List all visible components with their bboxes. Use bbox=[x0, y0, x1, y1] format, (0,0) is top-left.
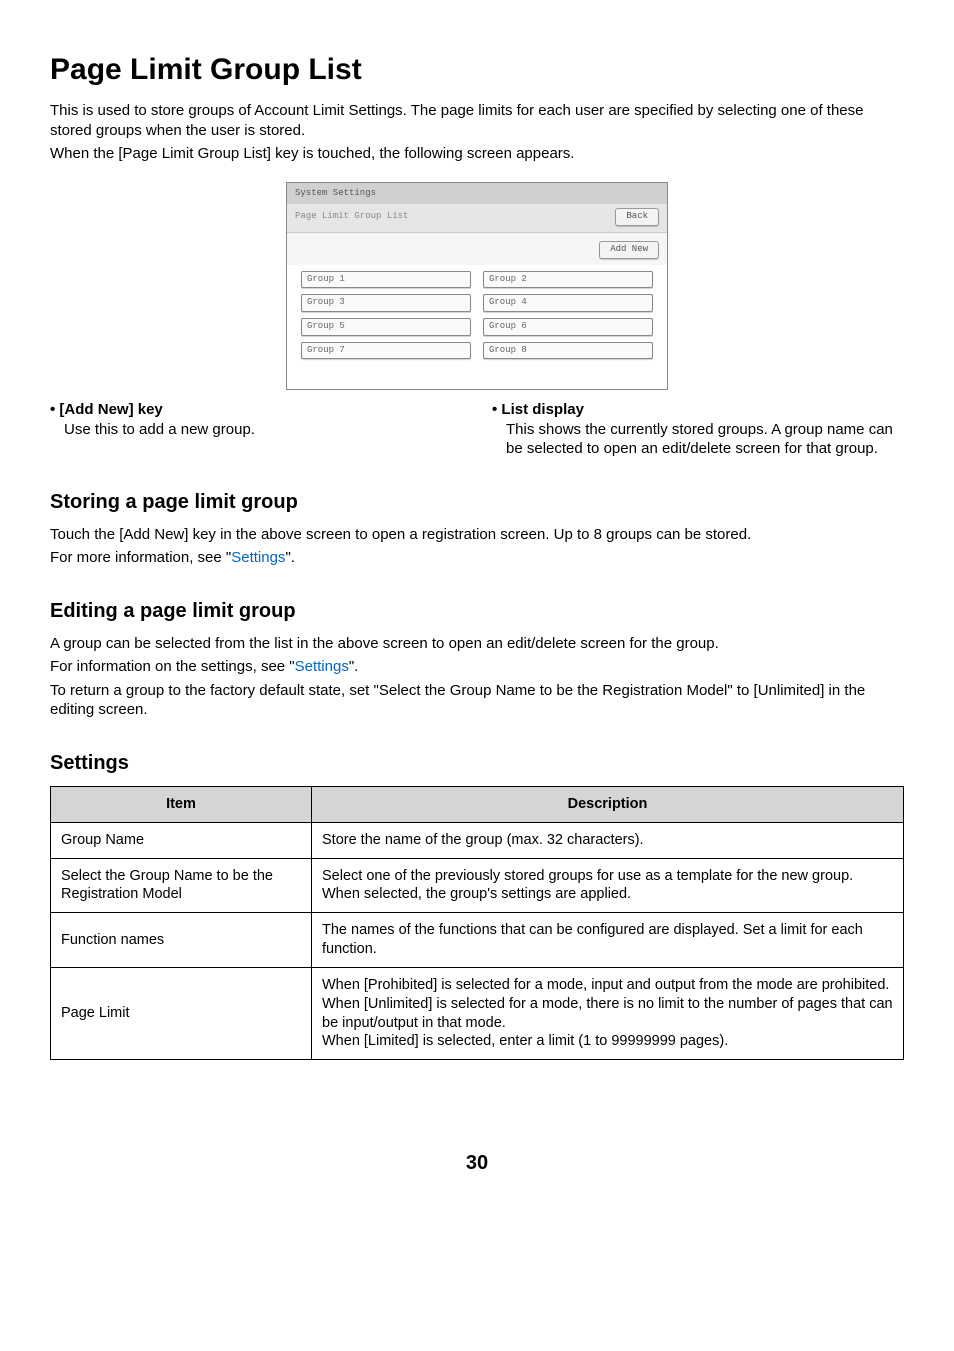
group-button[interactable]: Group 2 bbox=[483, 271, 653, 289]
storing-line2c: ". bbox=[285, 549, 295, 566]
add-new-button[interactable]: Add New bbox=[599, 241, 659, 259]
bullet-left-title: [Add New] key bbox=[50, 400, 462, 420]
group-button[interactable]: Group 4 bbox=[483, 294, 653, 312]
settings-heading: Settings bbox=[50, 750, 904, 776]
group-button[interactable]: Group 3 bbox=[301, 294, 471, 312]
group-button[interactable]: Group 7 bbox=[301, 342, 471, 360]
editing-heading: Editing a page limit group bbox=[50, 598, 904, 624]
table-cell-item: Group Name bbox=[51, 822, 312, 858]
page-title: Page Limit Group List bbox=[50, 50, 904, 89]
bullet-left-body: Use this to add a new group. bbox=[64, 420, 462, 440]
screenshot-header-label: Page Limit Group List bbox=[295, 211, 408, 223]
screenshot-titlebar: System Settings bbox=[287, 183, 667, 205]
table-cell-desc: Select one of the previously stored grou… bbox=[312, 858, 904, 913]
storing-line2a: For more information, see " bbox=[50, 549, 231, 566]
table-cell-desc: When [Prohibited] is selected for a mode… bbox=[312, 967, 904, 1059]
storing-line1: Touch the [Add New] key in the above scr… bbox=[50, 525, 904, 545]
group-button[interactable]: Group 1 bbox=[301, 271, 471, 289]
table-header-description: Description bbox=[312, 786, 904, 822]
back-button[interactable]: Back bbox=[615, 208, 659, 226]
bullet-right-title: List display bbox=[492, 400, 904, 420]
editing-line2c: ". bbox=[349, 658, 359, 675]
settings-link[interactable]: Settings bbox=[295, 658, 349, 675]
editing-line2a: For information on the settings, see " bbox=[50, 658, 295, 675]
group-button[interactable]: Group 5 bbox=[301, 318, 471, 336]
editing-line2: For information on the settings, see "Se… bbox=[50, 657, 904, 677]
page-number: 30 bbox=[50, 1150, 904, 1176]
settings-section: Settings Item Description Group Name Sto… bbox=[50, 750, 904, 1060]
intro-paragraph-2: When the [Page Limit Group List] key is … bbox=[50, 144, 904, 164]
bullet-columns: [Add New] key Use this to add a new grou… bbox=[50, 400, 904, 459]
storing-section: Storing a page limit group Touch the [Ad… bbox=[50, 489, 904, 568]
table-row: Page Limit When [Prohibited] is selected… bbox=[51, 967, 904, 1059]
screenshot-header: Page Limit Group List Back bbox=[287, 204, 667, 233]
editing-line3: To return a group to the factory default… bbox=[50, 681, 904, 720]
settings-link[interactable]: Settings bbox=[231, 549, 285, 566]
storing-line2: For more information, see "Settings". bbox=[50, 548, 904, 568]
settings-screenshot: System Settings Page Limit Group List Ba… bbox=[286, 182, 668, 391]
table-header-item: Item bbox=[51, 786, 312, 822]
table-cell-desc: The names of the functions that can be c… bbox=[312, 913, 904, 968]
table-row: Select the Group Name to be the Registra… bbox=[51, 858, 904, 913]
bullet-right: List display This shows the currently st… bbox=[492, 400, 904, 459]
group-button[interactable]: Group 6 bbox=[483, 318, 653, 336]
intro-paragraph-1: This is used to store groups of Account … bbox=[50, 101, 904, 140]
editing-section: Editing a page limit group A group can b… bbox=[50, 598, 904, 720]
screenshot-add-row: Add New bbox=[287, 233, 667, 265]
table-row: Function names The names of the function… bbox=[51, 913, 904, 968]
editing-line1: A group can be selected from the list in… bbox=[50, 634, 904, 654]
screenshot-container: System Settings Page Limit Group List Ba… bbox=[50, 182, 904, 391]
group-button[interactable]: Group 8 bbox=[483, 342, 653, 360]
table-cell-item: Page Limit bbox=[51, 967, 312, 1059]
bullet-left: [Add New] key Use this to add a new grou… bbox=[50, 400, 462, 459]
screenshot-group-grid: Group 1 Group 2 Group 3 Group 4 Group 5 … bbox=[287, 265, 667, 390]
settings-table: Item Description Group Name Store the na… bbox=[50, 786, 904, 1060]
table-cell-item: Select the Group Name to be the Registra… bbox=[51, 858, 312, 913]
bullet-right-body: This shows the currently stored groups. … bbox=[506, 420, 904, 459]
storing-heading: Storing a page limit group bbox=[50, 489, 904, 515]
table-cell-desc: Store the name of the group (max. 32 cha… bbox=[312, 822, 904, 858]
table-row: Group Name Store the name of the group (… bbox=[51, 822, 904, 858]
table-cell-item: Function names bbox=[51, 913, 312, 968]
